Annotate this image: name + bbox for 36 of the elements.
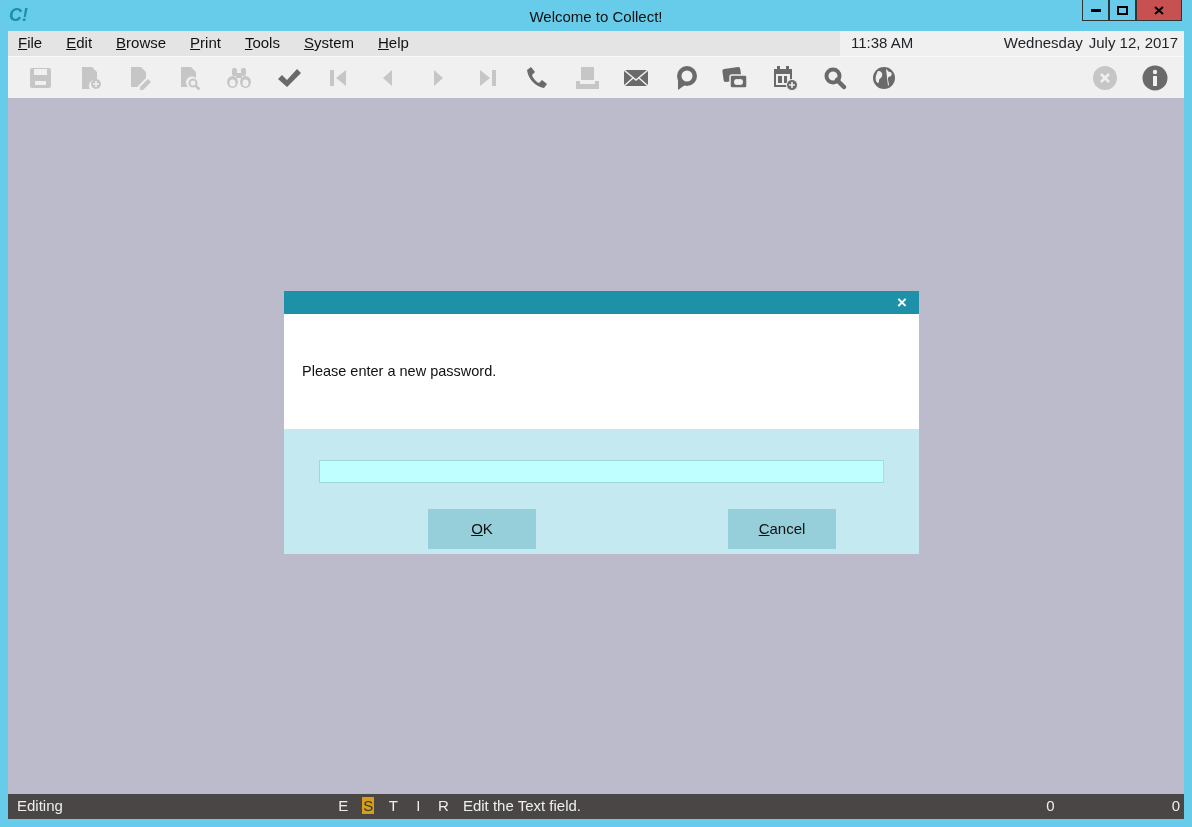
weekday-label: Wednesday [1003, 33, 1083, 54]
close-button[interactable] [1136, 0, 1182, 21]
status-flag-label: E [338, 797, 349, 815]
password-field[interactable] [319, 460, 884, 483]
info-icon[interactable] [1142, 64, 1168, 91]
status-flag-label: I [416, 797, 421, 815]
status-count: 0 [1171, 796, 1180, 817]
status-flag-label: T [388, 797, 398, 815]
date-label: July 12, 2017 [1088, 33, 1178, 54]
close-icon [1154, 5, 1164, 15]
dialog-button[interactable]: OK [428, 509, 536, 549]
status-hint: Edit the Text field. [462, 796, 581, 817]
menu-item[interactable]: Tools [244, 32, 280, 55]
dialog-button[interactable]: Cancel [728, 509, 836, 549]
status-flag-label: S [362, 797, 375, 815]
clock-time: 11:38 AM [851, 33, 914, 54]
menu-item[interactable]: Browse [116, 32, 167, 55]
menu-item[interactable]: System [303, 32, 354, 55]
minimize-icon [1090, 8, 1101, 12]
menu-item[interactable]: File [18, 32, 43, 55]
status-count: 0 [1046, 796, 1055, 817]
menu-item[interactable]: Edit [66, 32, 93, 55]
globe-icon[interactable] [871, 64, 898, 91]
dialog-message: Please enter a new password. [302, 361, 497, 381]
status-mode: Editing [17, 796, 63, 817]
app-logo: C! [9, 4, 28, 27]
maximize-icon [1117, 5, 1128, 15]
menu-item[interactable]: Help [378, 32, 409, 55]
calendar-add-icon[interactable] [771, 64, 798, 91]
window-title: Welcome to Collect! [529, 8, 663, 25]
credit-card-icon[interactable] [722, 64, 749, 91]
status-flag-label: R [437, 797, 449, 815]
dialog-close-button[interactable]: × [897, 294, 907, 311]
minimize-button[interactable] [1082, 0, 1109, 21]
menu-item[interactable]: Print [190, 32, 221, 55]
maximize-button[interactable] [1109, 0, 1136, 21]
